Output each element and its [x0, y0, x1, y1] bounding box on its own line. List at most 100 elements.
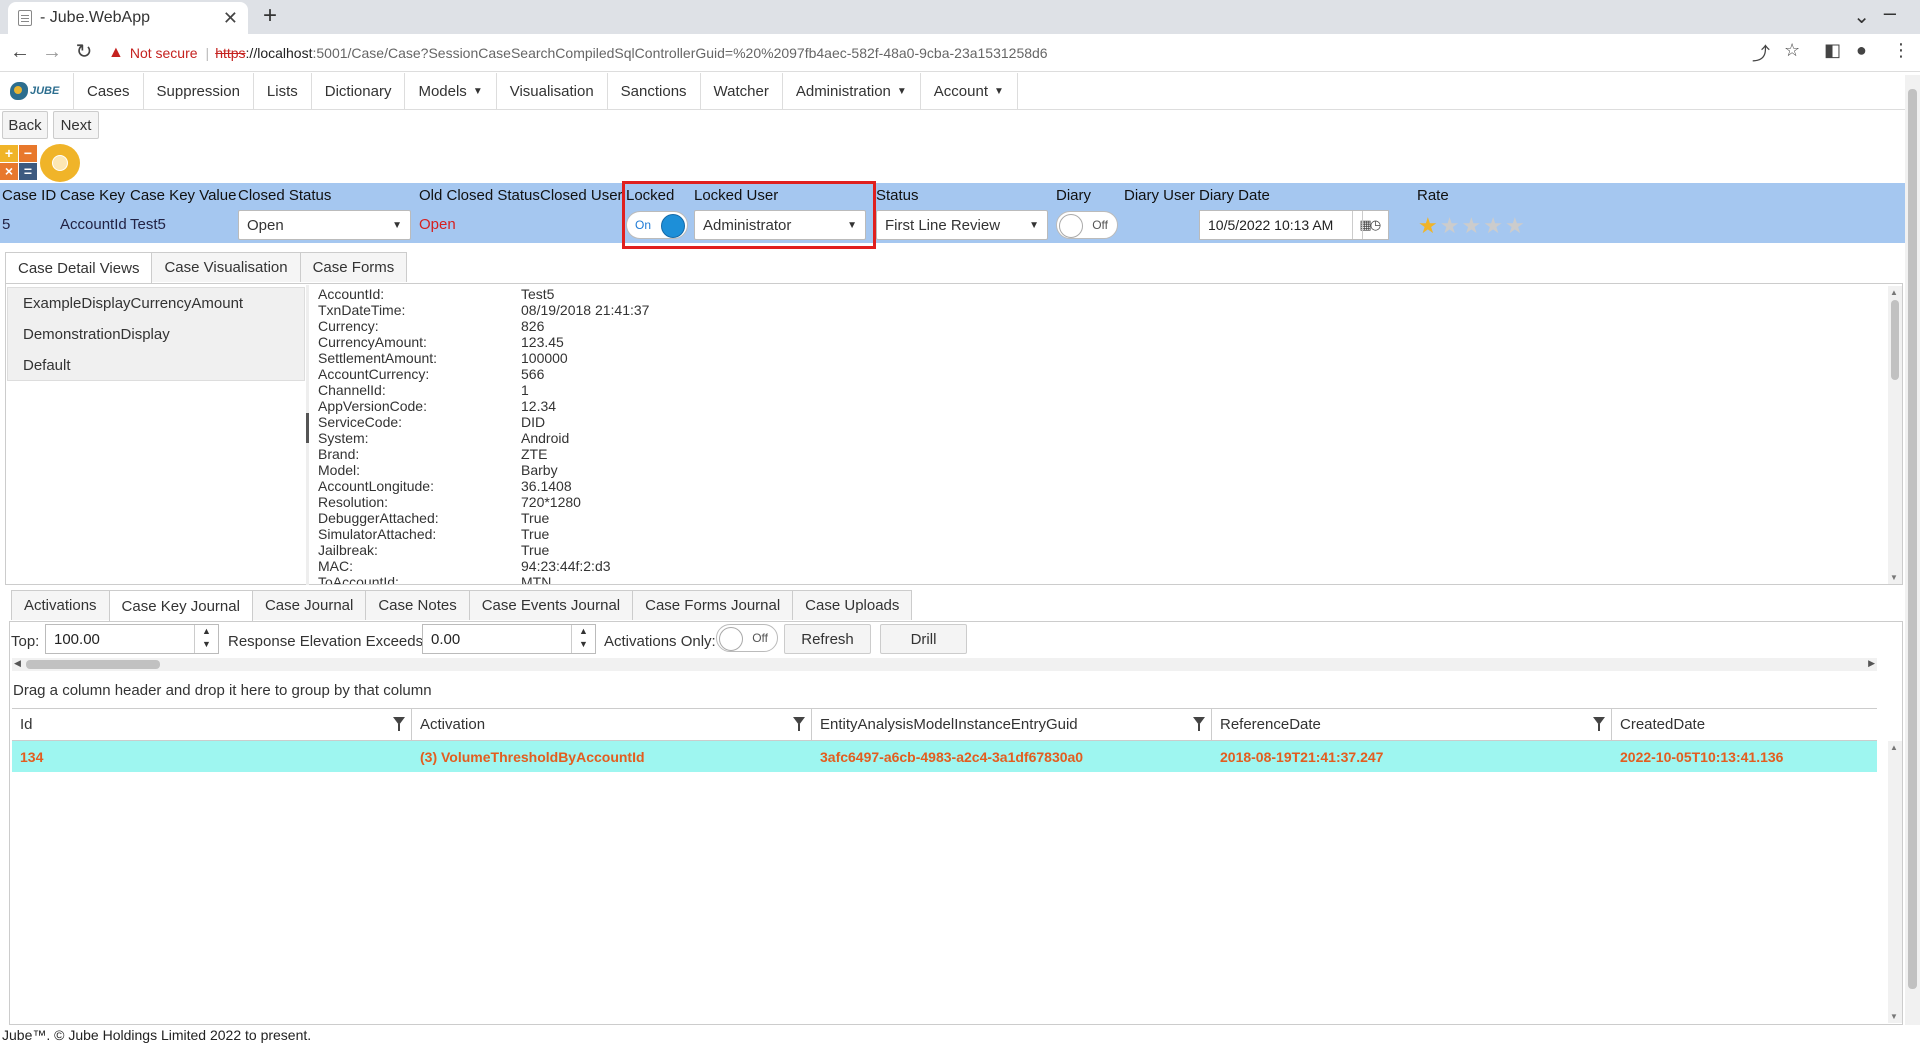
view-item[interactable]: Default: [8, 350, 304, 381]
nav-suppression[interactable]: Suppression: [144, 73, 254, 109]
tab-case-key-journal[interactable]: Case Key Journal: [108, 590, 253, 622]
back-arrow-icon[interactable]: ←: [8, 40, 32, 64]
detail-row: ToAccountId: MTN: [318, 574, 1878, 584]
nav-lists[interactable]: Lists: [254, 73, 312, 109]
diary-date-input[interactable]: 10/5/2022 10:13 AM ▦ ◷: [1199, 210, 1389, 240]
column-header-created-date[interactable]: CreatedDate: [1612, 709, 1877, 740]
view-item[interactable]: DemonstrationDisplay: [8, 319, 304, 350]
elevation-input[interactable]: 0.00 ▲ ▼: [422, 624, 596, 654]
tab-case-visualisation[interactable]: Case Visualisation: [151, 252, 301, 282]
browser-toolbar: ← → ↻ ▲ Not secure | https ://localhost …: [0, 34, 1920, 72]
detail-key: Brand:: [318, 446, 360, 462]
filter-icon[interactable]: [1593, 717, 1605, 731]
nav-cases[interactable]: Cases: [74, 73, 144, 109]
locked-user-select[interactable]: Administrator ▼: [694, 210, 866, 240]
stepper-arrows-icon[interactable]: ▲ ▼: [571, 625, 595, 653]
calculator-icon[interactable]: + − × =: [0, 145, 38, 181]
drill-button[interactable]: Drill: [880, 624, 967, 654]
nav-account[interactable]: Account ▼: [921, 73, 1018, 109]
detail-key: SettlementAmount:: [318, 350, 438, 366]
top-input[interactable]: 100.00 ▲ ▼: [45, 624, 219, 654]
detail-value: 720*1280: [521, 494, 581, 510]
stepper-arrows-icon[interactable]: ▲ ▼: [194, 625, 218, 653]
address-bar[interactable]: ▲ Not secure | https ://localhost :5001/…: [108, 39, 1758, 67]
record-button[interactable]: [40, 144, 80, 182]
new-tab-button[interactable]: +: [258, 2, 282, 30]
nav-visualisation[interactable]: Visualisation: [497, 73, 608, 109]
tab-case-uploads[interactable]: Case Uploads: [792, 590, 913, 620]
star-icon[interactable]: ★: [1440, 213, 1460, 239]
nav-watcher[interactable]: Watcher: [701, 73, 783, 109]
warning-icon: ▲: [108, 44, 124, 61]
side-panel-icon[interactable]: ◧: [1824, 40, 1841, 61]
browser-menu-icon[interactable]: ⋮: [1892, 40, 1910, 61]
nav-sanctions[interactable]: Sanctions: [608, 73, 701, 109]
share-icon[interactable]: ⤴: [1752, 40, 1770, 66]
column-header-activation[interactable]: Activation: [412, 709, 812, 740]
scrollbar-thumb[interactable]: [1908, 89, 1917, 989]
scroll-down-icon[interactable]: ▼: [1890, 1012, 1898, 1021]
nav-label: Cases: [87, 82, 130, 100]
next-button[interactable]: Next: [53, 111, 99, 139]
filter-icon[interactable]: [1193, 717, 1205, 731]
grid-horizontal-scrollbar[interactable]: ◀ ▶: [12, 658, 1877, 671]
scroll-right-icon[interactable]: ▶: [1868, 658, 1875, 669]
details-scrollbar[interactable]: ▲ ▼: [1888, 286, 1902, 584]
nav-label: Administration: [795, 82, 891, 100]
star-icon[interactable]: ★: [1461, 213, 1481, 239]
jube-logo[interactable]: JUBE: [0, 73, 74, 109]
nav-label: Sanctions: [620, 82, 687, 100]
detail-key: TxnDateTime:: [318, 302, 406, 318]
scroll-up-icon[interactable]: ▲: [1890, 743, 1898, 752]
table-row[interactable]: 134 (3) VolumeThresholdByAccountId 3afc6…: [12, 741, 1877, 772]
diary-toggle[interactable]: Off: [1056, 211, 1118, 239]
tab-case-journal[interactable]: Case Journal: [251, 590, 367, 620]
column-header-reference-date[interactable]: ReferenceDate: [1212, 709, 1612, 740]
scroll-up-icon[interactable]: ▲: [1890, 288, 1898, 297]
minimize-icon[interactable]: –: [1884, 0, 1896, 26]
tab-search-chevron-icon[interactable]: ⌄: [1853, 4, 1870, 29]
scroll-left-icon[interactable]: ◀: [14, 658, 21, 669]
tab-case-detail-views[interactable]: Case Detail Views: [5, 252, 153, 284]
tab-case-notes[interactable]: Case Notes: [365, 590, 470, 620]
status-select[interactable]: First Line Review ▼: [876, 210, 1048, 240]
nav-administration[interactable]: Administration ▼: [783, 73, 921, 109]
detail-key: CurrencyAmount:: [318, 334, 427, 350]
nav-models[interactable]: Models ▼: [405, 73, 497, 109]
tab-case-forms-journal[interactable]: Case Forms Journal: [632, 590, 794, 620]
activations-only-toggle[interactable]: Off: [716, 624, 778, 652]
tab-case-events-journal[interactable]: Case Events Journal: [468, 590, 634, 620]
locked-toggle[interactable]: On: [626, 211, 688, 239]
grid-vertical-scrollbar[interactable]: ▲ ▼: [1888, 741, 1902, 1023]
forward-arrow-icon[interactable]: →: [40, 40, 64, 64]
browser-tab[interactable]: - Jube.WebApp ✕: [8, 2, 248, 34]
filter-icon[interactable]: [393, 717, 405, 731]
profile-avatar-icon[interactable]: ●: [1856, 40, 1867, 61]
column-header-entry-guid[interactable]: EntityAnalysisModelInstanceEntryGuid: [812, 709, 1212, 740]
toggle-knob: [719, 627, 743, 651]
column-title: CreatedDate: [1620, 716, 1706, 733]
splitter-handle[interactable]: [306, 413, 309, 443]
closed-status-select[interactable]: Open ▼: [238, 210, 411, 240]
close-tab-icon[interactable]: ✕: [223, 8, 238, 29]
scrollbar-thumb[interactable]: [1891, 300, 1899, 380]
reload-icon[interactable]: ↻: [72, 40, 96, 64]
back-button[interactable]: Back: [2, 111, 48, 139]
column-header-id[interactable]: Id: [12, 709, 412, 740]
nav-dictionary[interactable]: Dictionary: [312, 73, 406, 109]
scroll-down-icon[interactable]: ▼: [1890, 573, 1898, 582]
scrollbar-thumb[interactable]: [26, 660, 160, 669]
detail-value: DID: [521, 414, 546, 430]
clock-icon[interactable]: ◷: [1362, 211, 1388, 239]
tab-case-forms[interactable]: Case Forms: [299, 252, 408, 282]
bookmark-star-icon[interactable]: ☆: [1784, 40, 1800, 61]
view-item[interactable]: ExampleDisplayCurrencyAmount: [8, 288, 304, 319]
star-icon[interactable]: ★: [1483, 213, 1503, 239]
filter-icon[interactable]: [793, 717, 805, 731]
tab-activations[interactable]: Activations: [11, 590, 110, 620]
star-icon[interactable]: ★: [1505, 213, 1525, 239]
rating-stars[interactable]: ★ ★ ★ ★ ★: [1418, 213, 1527, 239]
refresh-button[interactable]: Refresh: [784, 624, 871, 654]
star-icon[interactable]: ★: [1418, 213, 1438, 239]
page-scrollbar[interactable]: [1905, 75, 1920, 1025]
